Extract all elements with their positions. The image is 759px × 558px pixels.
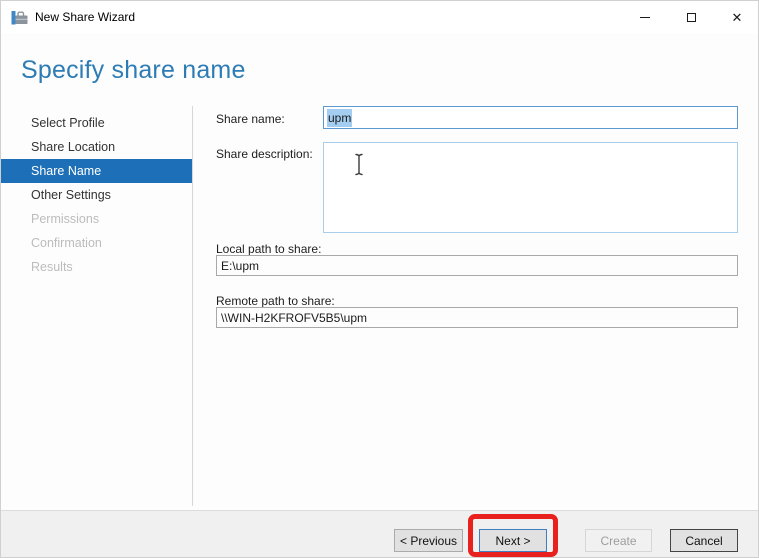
close-button[interactable]: ✕ [714,1,758,33]
maximize-button[interactable] [668,1,714,33]
text-cursor-icon [355,153,363,176]
sidebar-item-other-settings[interactable]: Other Settings [1,183,192,207]
remote-path-label: Remote path to share: [216,294,335,308]
sidebar-item-permissions: Permissions [31,212,100,226]
next-button[interactable]: Next > [479,529,547,552]
share-description-input[interactable] [323,142,738,233]
new-share-wizard-window: New Share Wizard ✕ Specify share name Se… [0,0,759,558]
close-icon: ✕ [731,9,743,25]
sidebar-divider [192,106,193,506]
share-name-value: upm [327,108,353,127]
cancel-button[interactable]: Cancel [670,529,738,552]
share-description-label: Share description: [216,147,313,161]
remote-path-field[interactable]: \\WIN-H2KFROFV5B5\upm [216,307,738,328]
minimize-icon [640,16,650,18]
share-name-input[interactable]: upm [323,106,738,129]
share-wizard-app-icon [11,11,28,25]
local-path-field[interactable]: E:\upm [216,255,738,276]
remote-path-value: \\WIN-H2KFROFV5B5\upm [221,310,368,325]
window-controls: ✕ [622,1,758,33]
share-name-label: Share name: [216,112,285,126]
sidebar-item-results: Results [31,260,73,274]
local-path-label: Local path to share: [216,242,322,256]
sidebar-item-select-profile[interactable]: Select Profile [1,111,192,135]
window-title: New Share Wizard [35,10,136,24]
create-button: Create [585,529,652,552]
sidebar-item-share-name[interactable]: Share Name [1,159,192,183]
wizard-steps-sidebar: Select Profile Share Location Share Name… [1,111,192,279]
sidebar-item-share-location[interactable]: Share Location [1,135,192,159]
titlebar: New Share Wizard ✕ [1,1,758,33]
minimize-button[interactable] [622,1,668,33]
maximize-icon [686,12,696,22]
sidebar-item-confirmation: Confirmation [31,236,102,250]
previous-button[interactable]: < Previous [394,529,463,552]
page-title: Specify share name [21,56,246,84]
local-path-value: E:\upm [221,258,260,273]
